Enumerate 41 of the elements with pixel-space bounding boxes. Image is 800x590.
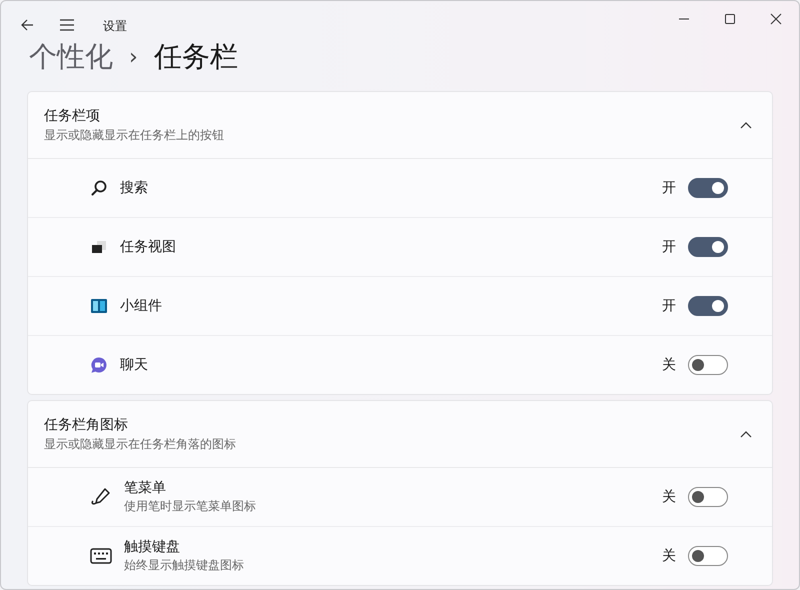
toggle-state-label: 关 — [662, 356, 676, 374]
page-title: 任务栏 — [154, 39, 238, 75]
close-icon — [770, 13, 782, 25]
section-title: 任务栏项 — [44, 106, 101, 124]
setting-label: 触摸键盘 — [124, 538, 181, 556]
setting-label: 任务视图 — [120, 238, 177, 256]
maximize-icon — [724, 13, 736, 25]
toggle-state-label: 开 — [662, 238, 676, 256]
toggle-state-label: 关 — [662, 547, 676, 565]
setting-description: 始终显示触摸键盘图标 — [124, 557, 245, 574]
breadcrumb-separator: › — [129, 44, 138, 70]
toggle-state-label: 关 — [662, 488, 676, 506]
chevron-up-icon[interactable] — [740, 430, 752, 438]
toggle-switch[interactable] — [688, 355, 728, 375]
setting-label: 笔菜单 — [124, 479, 167, 497]
toggle-switch[interactable] — [688, 178, 728, 198]
section-description: 显示或隐藏显示在任务栏上的按钮 — [44, 126, 225, 144]
breadcrumb-link[interactable]: 个性化 — [29, 38, 113, 76]
section-header[interactable]: 任务栏项 显示或隐藏显示在任务栏上的按钮 — [28, 92, 772, 159]
toggle-switch[interactable] — [688, 546, 728, 566]
chevron-up-icon[interactable] — [740, 121, 752, 129]
toggle-switch[interactable] — [688, 237, 728, 257]
back-arrow-icon — [20, 18, 34, 32]
setting-label: 聊天 — [120, 356, 149, 374]
toggle-switch[interactable] — [688, 487, 728, 507]
chat-bubble-icon — [90, 356, 108, 374]
toggle-state-label: 开 — [662, 297, 676, 315]
widgets-icon — [90, 297, 108, 315]
overlapping-squares-icon — [90, 238, 108, 256]
keyboard-icon — [90, 548, 112, 564]
section-description: 显示或隐藏显示在任务栏角落的图标 — [44, 436, 237, 452]
setting-label: 搜索 — [120, 179, 149, 197]
toggle-switch[interactable] — [688, 296, 728, 316]
section-header[interactable]: 任务栏角图标 显示或隐藏显示在任务栏角落的图标 — [28, 401, 772, 468]
setting-label: 小组件 — [120, 297, 163, 315]
toggle-state-label: 开 — [662, 179, 676, 197]
menu-icon — [59, 19, 75, 31]
search-icon — [90, 179, 108, 197]
setting-description: 使用笔时显示笔菜单图标 — [124, 498, 257, 515]
section-title: 任务栏角图标 — [44, 416, 129, 434]
window-title: 设置 — [103, 18, 127, 34]
